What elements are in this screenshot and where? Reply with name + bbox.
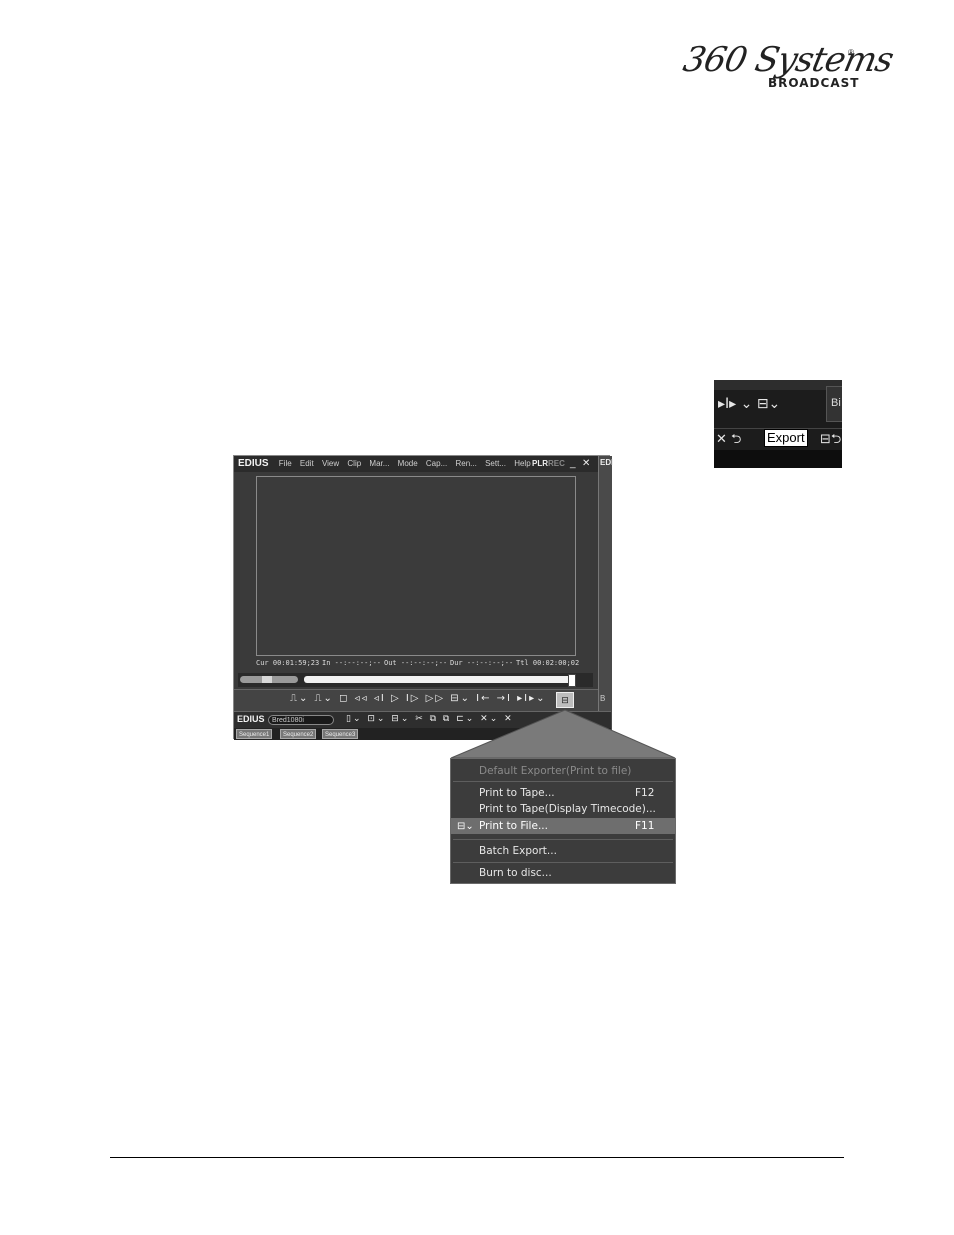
timecode-dur: Dur --:--:--;-- [450, 659, 514, 667]
menu-capture[interactable]: Cap... [426, 459, 447, 468]
menu-separator [453, 781, 673, 782]
menu-item-print-to-tape-timecode[interactable]: Print to Tape(Display Timecode)... [451, 801, 675, 817]
adjacent-panel-label: EDI [600, 458, 614, 467]
menu-item-print-to-file[interactable]: ⊟⌄ Print to File... F11 [451, 818, 675, 834]
menu-item-label: Print to File... [479, 820, 548, 832]
menu-item-label: Print to Tape... [479, 787, 555, 799]
menu-item-label: Default Exporter(Print to file) [479, 765, 632, 777]
tab-sequence3[interactable]: Sequence3 [322, 729, 359, 739]
menu-item-shortcut: F11 [635, 820, 655, 832]
logo-script: 360 Systems [679, 40, 897, 80]
export-button[interactable]: ⊟ [556, 692, 574, 708]
export-button-zoom-inset: ▸I▸ ⌄ ⊟⌄ Bi ✕ ⮌ Export ⊟⮌ [714, 380, 842, 468]
recorder-mode-toggle[interactable]: REC [548, 456, 565, 472]
inset-side-box: Bi [826, 386, 842, 422]
export-dropdown-menu: Default Exporter(Print to file) Print to… [450, 758, 676, 884]
app-brand: EDIUS [238, 458, 269, 469]
menu-view[interactable]: View [322, 459, 339, 468]
inset-bottom-band [714, 450, 842, 468]
close-button[interactable]: ✕ [582, 456, 590, 472]
menu-settings[interactable]: Sett... [485, 459, 506, 468]
position-handle[interactable] [568, 674, 576, 687]
tab-sequence1[interactable]: Sequence1 [236, 729, 273, 739]
menu-item-label: Burn to disc... [479, 867, 552, 879]
transport-buttons[interactable]: ⎍⌄ ⎍⌄ ◻ ◃◃ ◃I ▷ I▷ ▷▷ ⊟⌄ I← →I ▸I▸⌄ [290, 693, 547, 704]
logo-subtitle: BROADCAST [768, 76, 860, 90]
preview-monitor [256, 476, 576, 656]
menu-separator [453, 862, 673, 863]
inset-toolbar-row: ▸I▸ ⌄ ⊟⌄ [718, 396, 781, 412]
menu-item-burn-to-disc[interactable]: Burn to disc... [451, 865, 675, 881]
export-tooltip: Export [764, 429, 808, 447]
inset-left-glyphs: ✕ ⮌ [716, 432, 742, 447]
footer-rule [110, 1157, 844, 1158]
adjacent-panel-label-lower: B [600, 694, 606, 703]
adjacent-panel-strip: EDI B [598, 456, 614, 740]
timecode-row: Cur 00:01:59;23 In --:--:--;-- Out --:--… [256, 659, 586, 669]
timecode-cur: Cur 00:01:59;23 [256, 659, 320, 667]
timecode-out: Out --:--:--;-- [384, 659, 448, 667]
inset-right-glyph: ⊟⮌ [820, 432, 842, 447]
inset-top-band [714, 380, 842, 390]
menu-file[interactable]: File [279, 459, 292, 468]
project-name-field[interactable]: Bred1080i [268, 715, 334, 725]
menu-item-batch-export[interactable]: Batch Export... [451, 843, 675, 859]
menu-marker[interactable]: Mar... [369, 459, 389, 468]
menu-separator [453, 839, 673, 840]
menu-render[interactable]: Ren... [455, 459, 476, 468]
menu-mode[interactable]: Mode [398, 459, 418, 468]
edius-window: EDIUS File Edit View Clip Mar... Mode Ca… [233, 455, 614, 740]
shuttle-thumb[interactable] [262, 676, 272, 683]
menu-edit[interactable]: Edit [300, 459, 314, 468]
timecode-ttl: Ttl 00:02:00;02 [516, 659, 580, 667]
menu-item-shortcut: F12 [635, 787, 655, 799]
player-mode-toggle[interactable]: PLR [532, 456, 548, 472]
title-bar: EDIUS File Edit View Clip Mar... Mode Ca… [234, 456, 598, 472]
export-icon: ⊟⌄ [457, 821, 474, 832]
tab-sequence2[interactable]: Sequence2 [280, 729, 317, 739]
menu-item-print-to-tape[interactable]: Print to Tape... F12 [451, 785, 675, 801]
menu-help[interactable]: Help [514, 459, 530, 468]
company-logo: 360 Systems ® BROADCAST [680, 40, 897, 96]
minimize-button[interactable]: _ [570, 456, 576, 472]
menu-clip[interactable]: Clip [347, 459, 361, 468]
position-slider[interactable] [304, 676, 574, 683]
logo-registered-mark: ® [848, 48, 854, 57]
scrub-area [238, 673, 593, 687]
menu-item-default-exporter: Default Exporter(Print to file) [451, 763, 675, 779]
timecode-in: In --:--:--;-- [322, 659, 382, 667]
project-brand: EDIUS [237, 714, 265, 724]
menu-item-label: Print to Tape(Display Timecode)... [479, 803, 656, 815]
callout-connector [450, 709, 676, 759]
menu-item-label: Batch Export... [479, 845, 557, 857]
